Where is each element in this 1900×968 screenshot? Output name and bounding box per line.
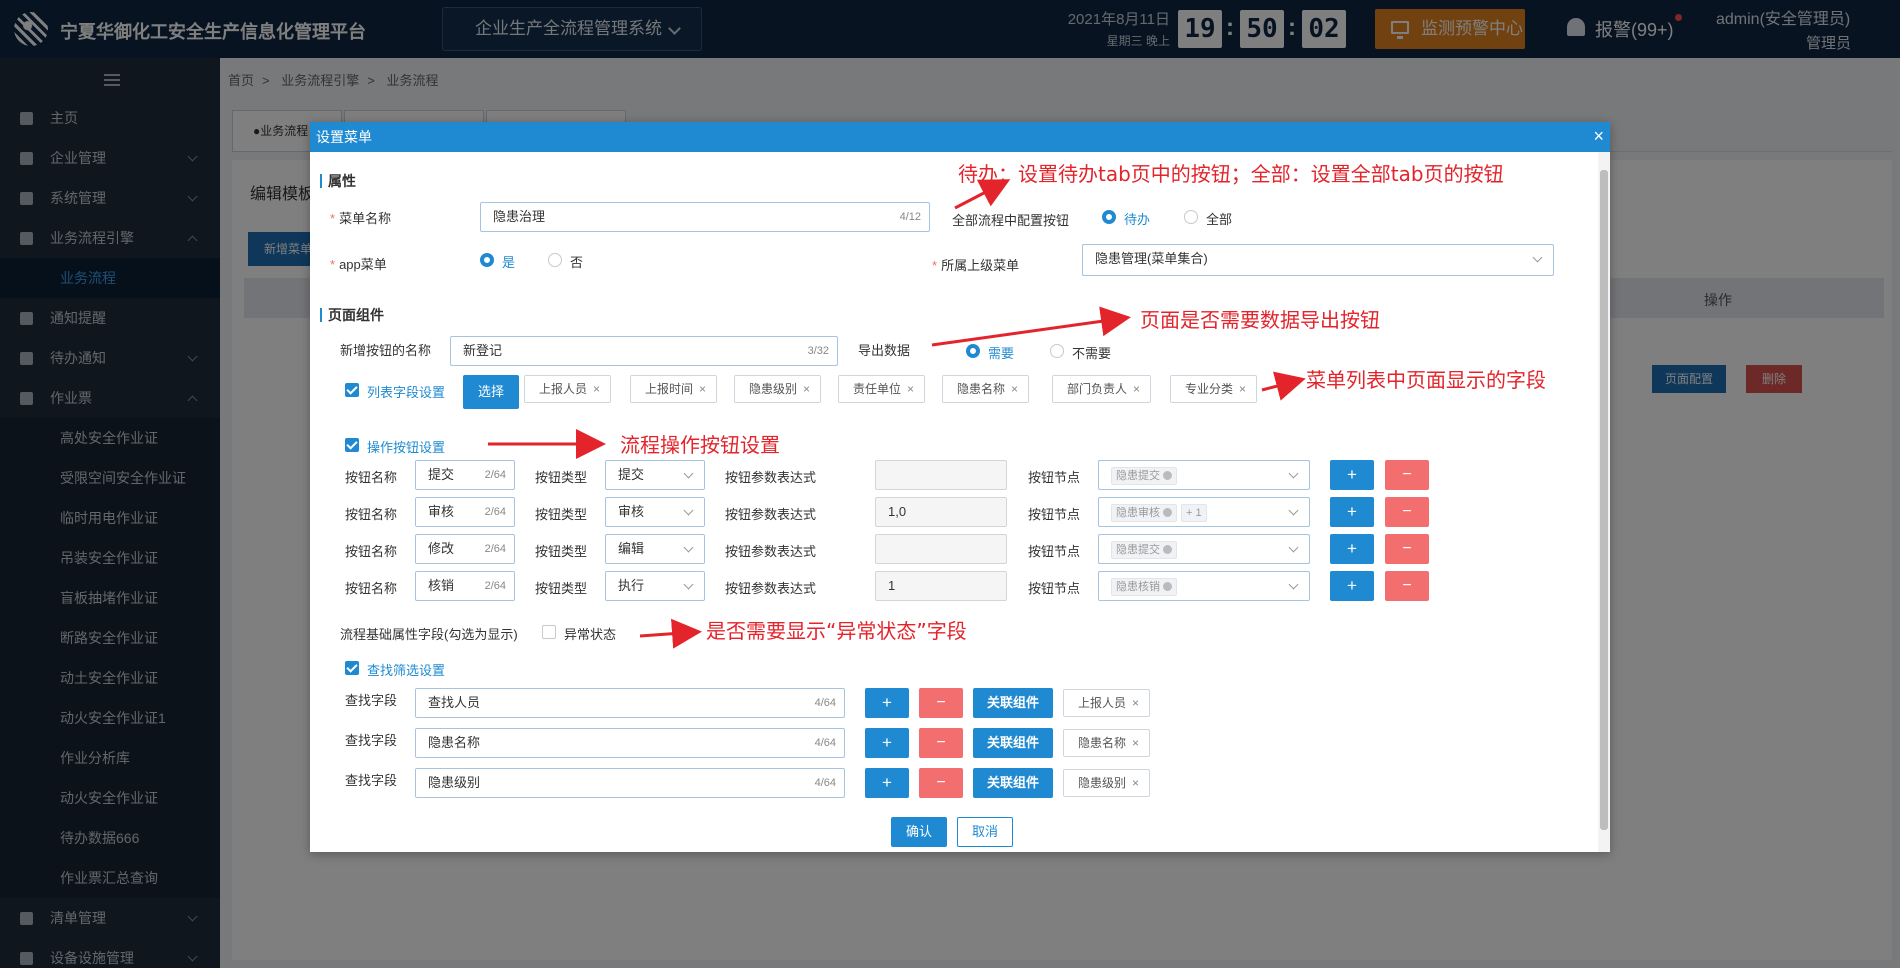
arrow-line bbox=[931, 306, 1131, 347]
annotation-arrows bbox=[488, 179, 1306, 649]
arrow-line bbox=[954, 179, 1011, 210]
arrow-line bbox=[639, 618, 702, 649]
arrow-line bbox=[1261, 371, 1306, 401]
